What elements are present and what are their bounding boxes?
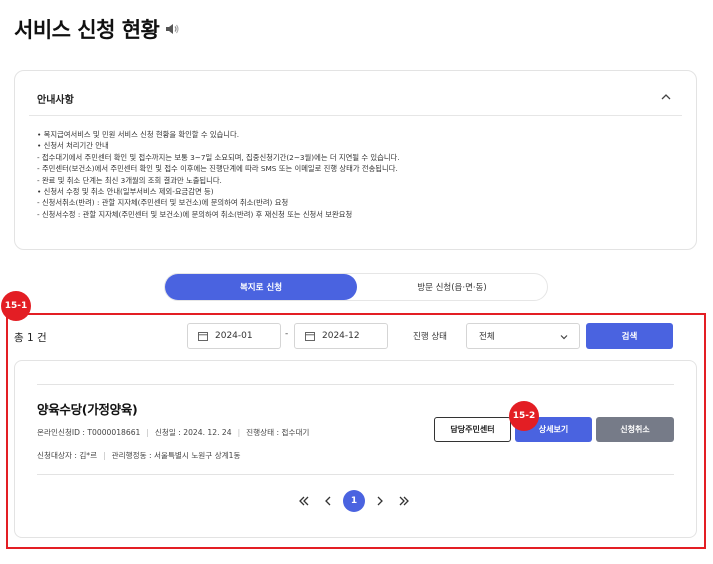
target-person: 신청대상자 : 김*르 xyxy=(37,451,98,460)
apply-date: 신청일 : 2024. 12. 24 xyxy=(154,428,232,437)
last-page-button[interactable] xyxy=(392,489,416,513)
divider xyxy=(37,474,674,475)
annotation-badge-detail: 15-2 xyxy=(509,401,539,431)
meta-separator: | xyxy=(103,451,106,460)
online-id: 온라인신청ID : T0000018661 xyxy=(37,428,141,437)
notice-line: - 신청서수정 : 관할 지자체(주민센터 및 보건소)에 문의하여 취소(반려… xyxy=(37,209,353,219)
tab-bokjiro[interactable]: 복지로 신청 xyxy=(165,274,357,300)
prev-page-button[interactable] xyxy=(316,489,340,513)
status-select-value: 전체 xyxy=(479,332,495,342)
date-to-value: 2024-12 xyxy=(322,331,360,341)
notice-line: - 접수대기에서 주민센터 확인 및 접수까지는 보통 3~7일 소요되며, 집… xyxy=(37,152,400,162)
chevron-left-icon xyxy=(325,496,331,506)
speaker-icon[interactable] xyxy=(165,22,179,36)
divider xyxy=(37,384,674,385)
page-number-current[interactable]: 1 xyxy=(343,490,365,512)
result-meta-row: 온라인신청ID : T0000018661 | 신청일 : 2024. 12. 24… xyxy=(37,427,309,438)
notice-line: • 신청서 수정 및 취소 안내(일부서비스 제외-요금감면 등) xyxy=(37,187,214,197)
notice-line: • 복지급여서비스 및 민원 서비스 신청 현황을 확인할 수 있습니다. xyxy=(37,130,240,139)
annotation-badge-filter: 15-1 xyxy=(1,291,31,321)
page-title-text: 서비스 신청 현황 xyxy=(14,18,160,42)
next-page-button[interactable] xyxy=(368,489,392,513)
meta-separator: | xyxy=(237,428,241,437)
chevron-up-icon[interactable] xyxy=(660,91,672,103)
date-to-field[interactable]: 2024-12 xyxy=(294,323,388,349)
application-type-tabs: 복지로 신청 방문 신청(읍·면·동) xyxy=(164,273,548,301)
notice-line: - 신청서취소(반려) : 관할 지자체(주민센터 및 보건소)에 문의하여 취… xyxy=(37,198,289,208)
page-title: 서비스 신청 현황 xyxy=(14,14,179,44)
date-from-value: 2024-01 xyxy=(215,331,253,341)
first-page-button[interactable] xyxy=(292,489,316,513)
divider xyxy=(29,115,682,116)
double-chevron-left-icon xyxy=(299,496,309,506)
notice-heading: 안내사항 xyxy=(37,95,74,106)
community-center-button[interactable]: 담당주민센터 xyxy=(434,417,511,442)
result-meta-row: 신청대상자 : 김*르 | 관리행정동 : 서울특별시 노원구 상계1동 xyxy=(37,450,240,461)
calendar-icon xyxy=(198,332,208,341)
cancel-application-button[interactable]: 신청취소 xyxy=(596,417,674,442)
notice-line: - 주민센터(보건소)에서 주민센터 확인 및 접수 이후에는 진행단계에 따라… xyxy=(37,164,398,174)
chevron-right-icon xyxy=(377,496,383,506)
status-label: 진행 상태 xyxy=(413,332,447,342)
notice-line: • 신청서 처리기간 안내 xyxy=(37,141,109,151)
tab-visit[interactable]: 방문 신청(읍·면·동) xyxy=(357,274,547,300)
date-from-field[interactable]: 2024-01 xyxy=(187,323,281,349)
notice-line: - 완료 및 취소 단계는 최신 3개월의 조회 결과만 노출됩니다. xyxy=(37,175,222,185)
notice-panel: 안내사항 • 복지급여서비스 및 민원 서비스 신청 현황을 확인할 수 있습니… xyxy=(14,70,697,250)
progress-status: 진행상태 : 접수대기 xyxy=(246,428,310,437)
service-title: 양육수당(가정양육) xyxy=(37,402,138,417)
pagination: 1 xyxy=(292,489,416,513)
search-button[interactable]: 검색 xyxy=(586,323,673,349)
jurisdiction: 관리행정동 : 서울특별시 노원구 상계1동 xyxy=(111,451,241,460)
date-separator: - xyxy=(285,329,289,339)
meta-separator: | xyxy=(146,428,149,437)
status-select[interactable]: 전체 xyxy=(466,323,580,349)
total-count: 총 1 건 xyxy=(14,332,47,344)
calendar-icon xyxy=(305,332,315,341)
chevron-down-icon xyxy=(560,335,568,340)
notice-list: • 복지급여서비스 및 민원 서비스 신청 현황을 확인할 수 있습니다. • … xyxy=(37,129,400,220)
double-chevron-right-icon xyxy=(399,496,409,506)
